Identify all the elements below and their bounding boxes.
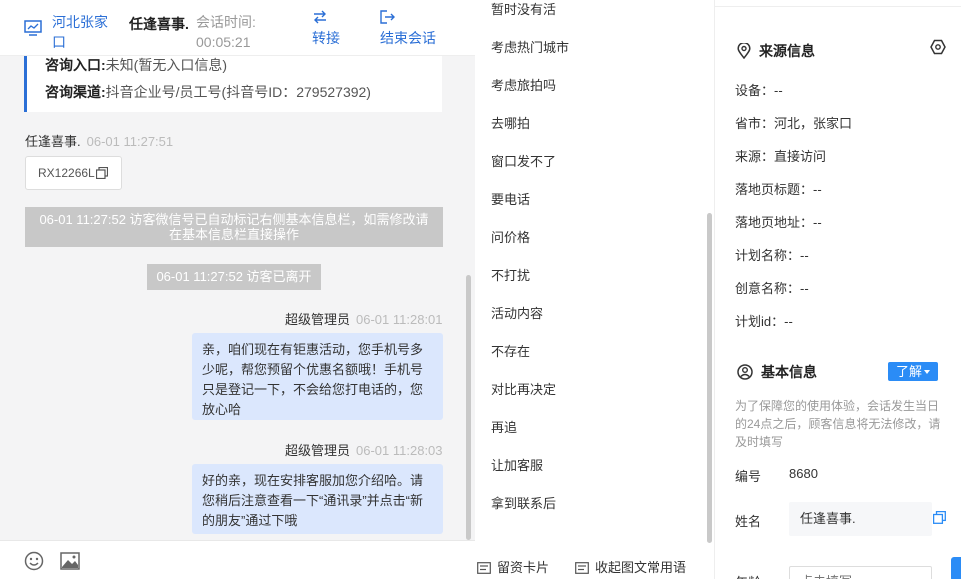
session-time-label: 会话时间: (196, 14, 256, 30)
chat-panel: 河北张家口 任逢喜事. 会话时间: 00:05:21 转接 结束会话 咨询入口:… (0, 0, 475, 579)
collapse-phrases-label: 收起图文常用语 (595, 560, 687, 575)
phrase-item[interactable]: 暂时没有活 (491, 0, 556, 18)
divider (715, 6, 961, 7)
age-field[interactable] (789, 566, 932, 579)
session-time-value: 00:05:21 (196, 34, 251, 50)
consult-entry-card: 咨询入口:未知(暂无入口信息) 咨询渠道:抖音企业号/员工号(抖音号ID：279… (24, 56, 442, 112)
lead-card-label: 留资卡片 (497, 560, 550, 575)
message-icon (575, 562, 589, 574)
entry-row: 咨询入口:未知(暂无入口信息) (45, 56, 227, 74)
phrase-item[interactable]: 不打扰 (491, 265, 530, 284)
message-sender: 超级管理员 (285, 312, 351, 327)
message-sender: 任逢喜事. (25, 134, 81, 149)
source-info-row: 设备：-- (735, 83, 783, 98)
phrase-scrollbar[interactable] (707, 213, 712, 543)
message-time: 06-01 11:28:03 (356, 443, 443, 458)
copy-icon[interactable] (933, 511, 946, 524)
phrase-item[interactable]: 窗口发不了 (491, 151, 556, 170)
phrase-item[interactable]: 再追 (491, 417, 517, 436)
visitor-code-message[interactable]: RX12266L (25, 156, 122, 190)
phrase-item[interactable]: 活动内容 (491, 303, 543, 322)
copy-icon[interactable] (96, 167, 108, 179)
phrase-footer: 留资卡片 收起图文常用语 (475, 548, 714, 579)
collapse-phrases-button[interactable]: 收起图文常用语 (575, 557, 686, 576)
learn-more-label: 了解 (895, 364, 922, 379)
agent-message-header: 超级管理员 06-01 11:28:01 (285, 309, 443, 328)
side-toggle-button[interactable] (951, 557, 961, 579)
settings-hexagon-icon[interactable] (930, 39, 946, 55)
source-info-row: 计划id：-- (735, 314, 793, 329)
source-info-row: 计划名称：-- (735, 248, 809, 263)
basic-info-title-text: 基本信息 (761, 364, 817, 380)
message-sender: 超级管理员 (285, 443, 351, 458)
channel-value: 抖音企业号/员工号(抖音号ID：279527392) (105, 84, 371, 100)
phrase-item[interactable]: 拿到联系后 (491, 493, 556, 512)
basic-info-title: 基本信息 (737, 362, 817, 382)
source-info-row: 省市：河北，张家口 (735, 116, 853, 131)
age-label: 年龄 (735, 572, 761, 579)
system-notice: 06-01 11:27:52 访客微信号已自动标记右侧基本信息栏，如需修改请在基… (25, 207, 443, 247)
message-time: 06-01 11:27:51 (86, 134, 174, 149)
system-notice: 06-01 11:27:52 访客已离开 (147, 264, 321, 290)
name-label: 姓名 (735, 514, 762, 529)
visitor-name: 任逢喜事. (129, 16, 189, 32)
channel-label: 咨询渠道: (45, 84, 106, 100)
name-field[interactable] (789, 502, 932, 536)
chat-toolbar (0, 540, 475, 579)
visitor-info-panel: 来源信息 设备：-- 省市：河北，张家口 来源：直接访问 落地页标题：-- 落地页地址：… (715, 0, 961, 579)
phrase-item[interactable]: 考虑热门城市 (491, 37, 569, 56)
learn-more-dropdown[interactable]: 了解 (888, 362, 938, 381)
caret-down-icon (924, 370, 930, 374)
agent-message-bubble: 亲，咱们现在有钜惠活动，您手机号多少呢，帮您预留个优惠名额哦！手机号只是登记一下… (192, 333, 443, 420)
exit-icon (380, 10, 395, 24)
transfer-button[interactable]: 转接 (310, 10, 342, 48)
chat-header: 河北张家口 任逢喜事. 会话时间: 00:05:21 转接 结束会话 (0, 0, 475, 56)
code-text: RX12266L (38, 166, 95, 180)
agent-message-header: 超级管理员 06-01 11:28:03 (285, 440, 443, 459)
phrase-item[interactable]: 让加客服 (491, 455, 543, 474)
entry-value: 未知(暂无入口信息) (105, 57, 227, 73)
location-pin-icon (737, 41, 751, 60)
visitor-message-header: 任逢喜事. 06-01 11:27:51 (25, 131, 173, 150)
entry-label: 咨询入口: (45, 57, 106, 73)
id-label: 编号 (735, 469, 762, 484)
user-circle-icon (737, 364, 753, 380)
message-time: 06-01 11:28:01 (356, 312, 443, 327)
transfer-label: 转接 (312, 30, 340, 46)
visitor-location: 河北张家口 (52, 14, 108, 50)
quick-phrase-list: 暂时没有活考虑热门城市 考虑旅拍吗去哪拍窗口发不了要电话问价格不打扰活动内容不存在… (475, 0, 715, 579)
agent-message-bubble: 好的亲，现在安排客服加您介绍哈。请您稍后注意查看一下“通讯录”并点击“新的朋友”… (192, 464, 443, 534)
end-session-button[interactable]: 结束会话 (380, 10, 440, 48)
source-info-title-text: 来源信息 (759, 43, 815, 59)
monitor-icon (24, 20, 42, 36)
image-icon[interactable] (60, 552, 80, 570)
end-session-label: 结束会话 (380, 30, 436, 46)
source-info-row: 落地页地址：-- (735, 215, 822, 230)
card-icon (477, 562, 491, 574)
emoji-icon[interactable] (24, 551, 44, 571)
source-info-row: 创意名称：-- (735, 281, 809, 296)
phrase-item[interactable]: 不存在 (491, 341, 530, 360)
phrase-item[interactable]: 问价格 (491, 227, 530, 246)
id-value: 8680 (789, 466, 818, 481)
channel-row: 咨询渠道:抖音企业号/员工号(抖音号ID：279527392) (45, 83, 371, 101)
edit-tip: 为了保障您的使用体验，会话发生当日的24点之后，顾客信息将无法修改，请及时填写 (735, 399, 941, 449)
source-info-row: 来源：直接访问 (735, 149, 827, 164)
phrase-item[interactable]: 对比再决定 (491, 379, 556, 398)
transfer-icon (314, 10, 326, 24)
source-info-title: 来源信息 (737, 41, 815, 61)
lead-card-button[interactable]: 留资卡片 (477, 557, 549, 576)
source-info-row: 落地页标题：-- (735, 182, 822, 197)
phrase-item[interactable]: 去哪拍 (491, 113, 530, 132)
phrase-item[interactable]: 要电话 (491, 189, 530, 208)
chat-scrollbar[interactable] (466, 275, 471, 540)
phrase-item[interactable]: 考虑旅拍吗 (491, 75, 556, 94)
